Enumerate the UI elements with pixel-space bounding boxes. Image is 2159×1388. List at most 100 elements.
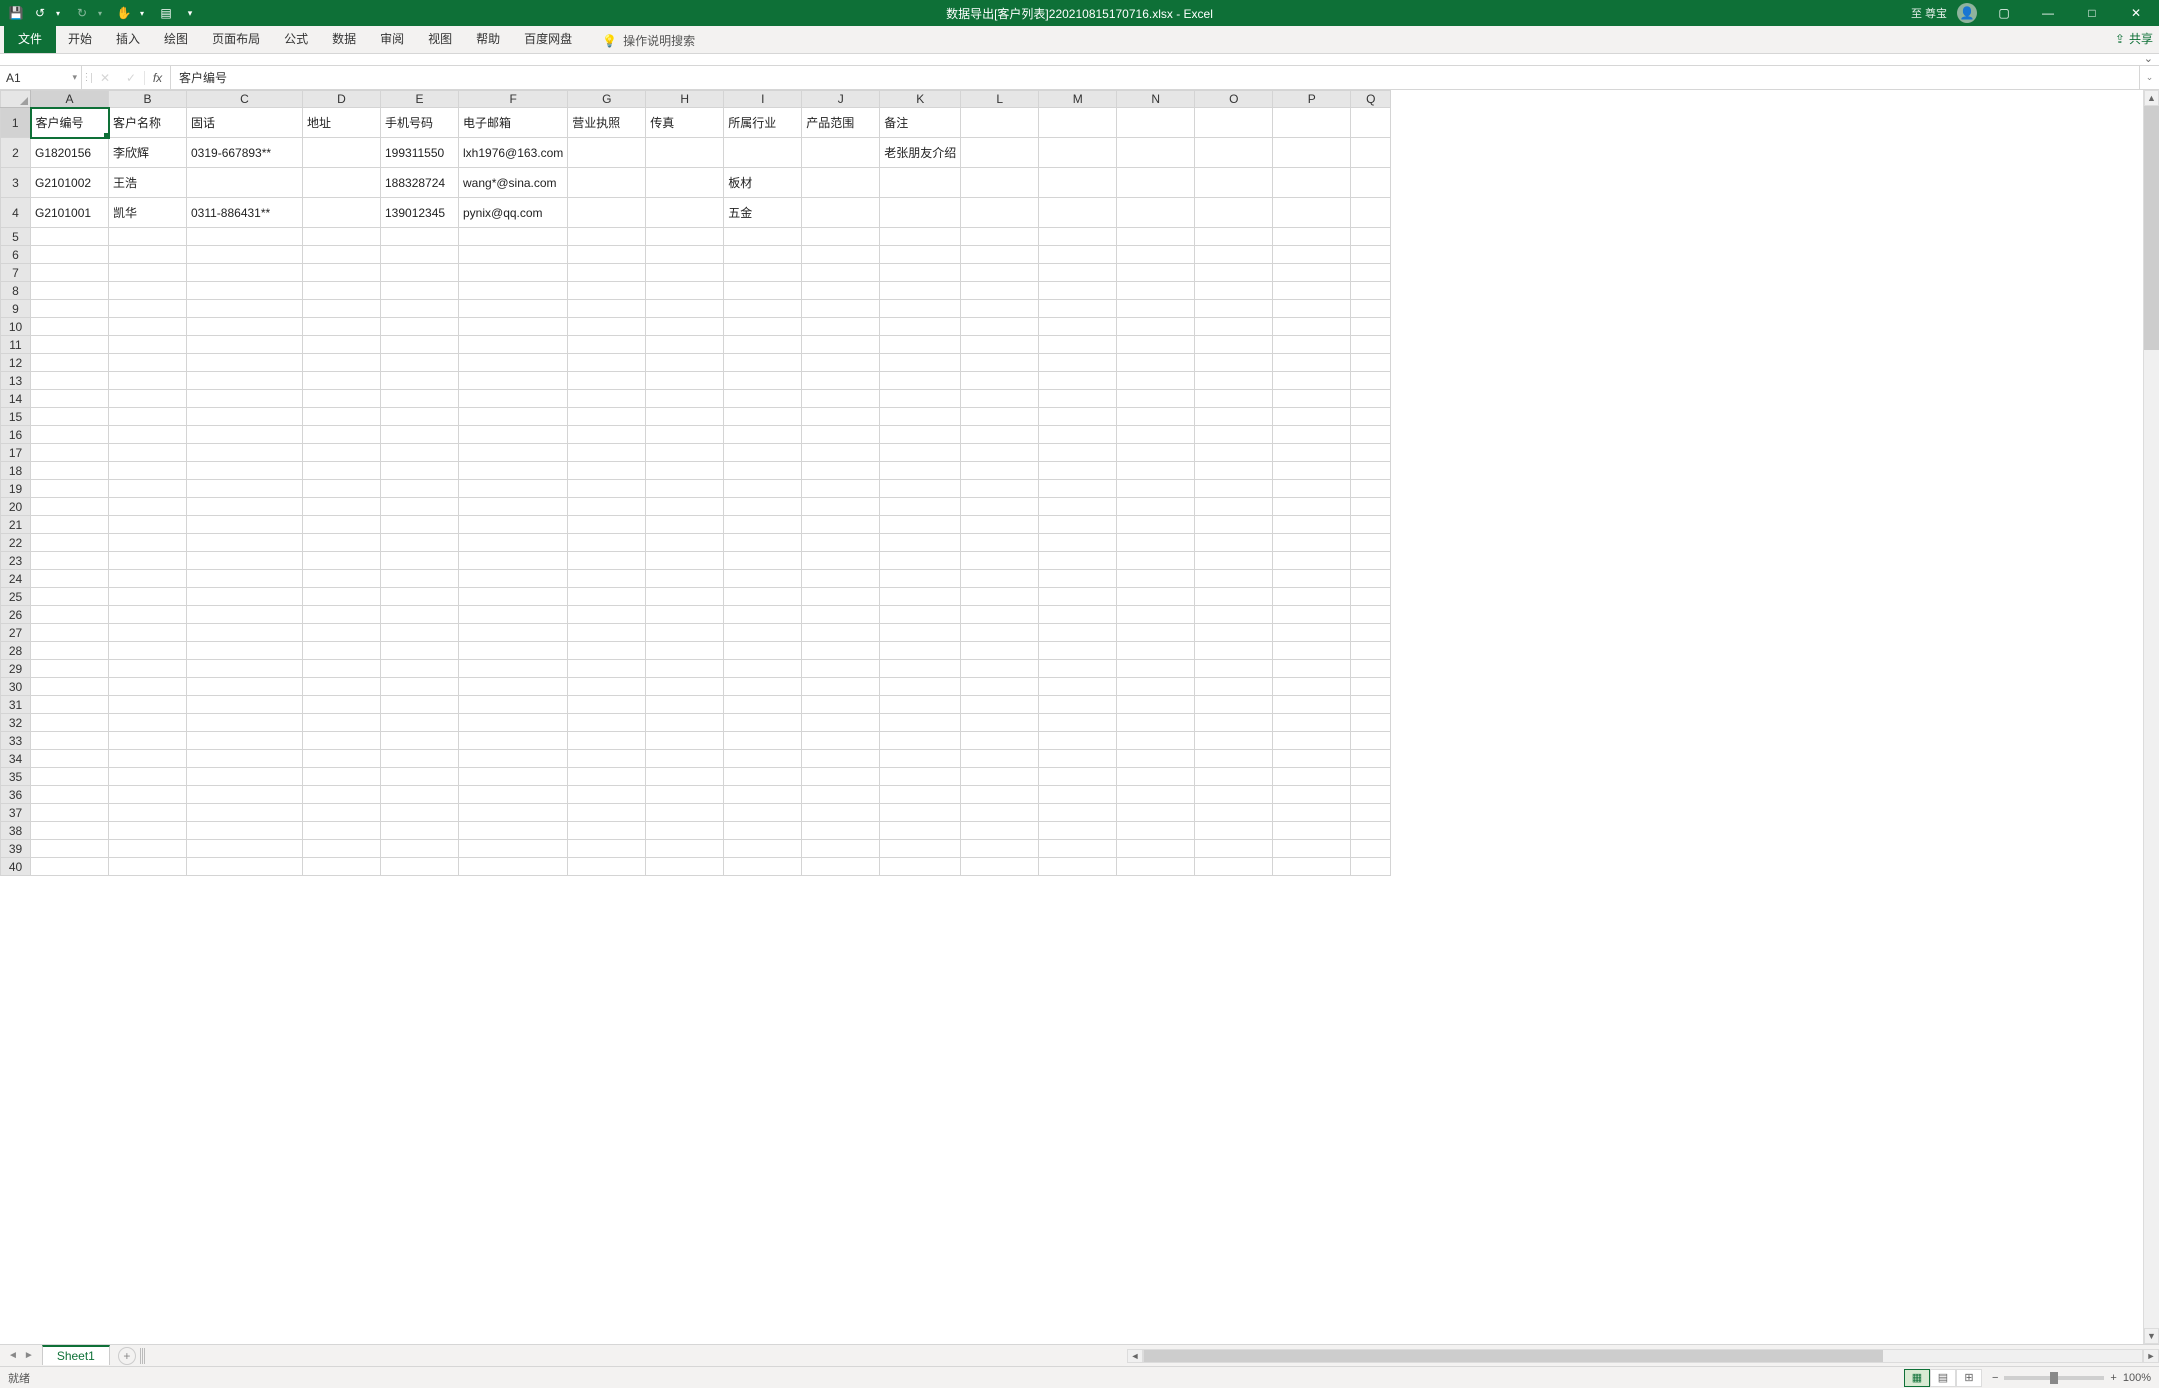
cell[interactable] — [568, 168, 646, 198]
cell[interactable] — [961, 498, 1039, 516]
cell[interactable] — [646, 390, 724, 408]
cell[interactable] — [303, 822, 381, 840]
cell[interactable] — [303, 732, 381, 750]
cell[interactable] — [724, 624, 802, 642]
column-header-A[interactable]: A — [31, 91, 109, 108]
cell[interactable] — [31, 282, 109, 300]
row-header[interactable]: 13 — [1, 372, 31, 390]
cell[interactable] — [1039, 264, 1117, 282]
cell[interactable] — [1273, 444, 1351, 462]
cell[interactable] — [1117, 516, 1195, 534]
cell[interactable] — [31, 462, 109, 480]
cell[interactable] — [1117, 426, 1195, 444]
row-header[interactable]: 15 — [1, 408, 31, 426]
cell[interactable] — [961, 804, 1039, 822]
sheet-viewport[interactable]: ABCDEFGHIJKLMNOPQ 1客户编号客户名称固话地址手机号码电子邮箱营… — [0, 90, 2143, 1344]
cell[interactable] — [459, 336, 568, 354]
cell[interactable] — [724, 372, 802, 390]
cell[interactable] — [1039, 480, 1117, 498]
cell[interactable] — [459, 498, 568, 516]
cell[interactable] — [1117, 138, 1195, 168]
column-header-K[interactable]: K — [880, 91, 961, 108]
cell[interactable] — [568, 372, 646, 390]
cell[interactable] — [961, 642, 1039, 660]
cell[interactable] — [724, 462, 802, 480]
cell[interactable] — [802, 858, 880, 876]
cell[interactable] — [187, 444, 303, 462]
view-page-break-icon[interactable]: ⊞ — [1956, 1369, 1982, 1387]
cell[interactable] — [1351, 228, 1391, 246]
cell[interactable] — [568, 588, 646, 606]
cell[interactable] — [1195, 264, 1273, 282]
cell[interactable] — [1273, 498, 1351, 516]
cell[interactable] — [724, 840, 802, 858]
cell[interactable] — [724, 768, 802, 786]
cell[interactable] — [303, 168, 381, 198]
cell[interactable] — [303, 660, 381, 678]
cell[interactable] — [724, 318, 802, 336]
cell[interactable] — [961, 768, 1039, 786]
cell[interactable] — [880, 534, 961, 552]
cell[interactable] — [961, 786, 1039, 804]
cell[interactable] — [187, 462, 303, 480]
zoom-knob[interactable] — [2050, 1372, 2058, 1384]
row-header[interactable]: 18 — [1, 462, 31, 480]
cell[interactable]: 营业执照 — [568, 108, 646, 138]
cell[interactable] — [724, 804, 802, 822]
cell[interactable] — [187, 840, 303, 858]
cell[interactable] — [1273, 768, 1351, 786]
cell[interactable] — [459, 732, 568, 750]
cell[interactable] — [303, 696, 381, 714]
row-header[interactable]: 40 — [1, 858, 31, 876]
cell[interactable]: 188328724 — [381, 168, 459, 198]
cell[interactable] — [724, 606, 802, 624]
row-header[interactable]: 14 — [1, 390, 31, 408]
cell[interactable] — [802, 480, 880, 498]
cell[interactable] — [381, 318, 459, 336]
cell[interactable] — [1195, 678, 1273, 696]
cell[interactable] — [802, 228, 880, 246]
close-button[interactable]: ✕ — [2119, 0, 2153, 26]
cell[interactable] — [1351, 786, 1391, 804]
cell[interactable] — [187, 318, 303, 336]
cell[interactable] — [459, 282, 568, 300]
cell[interactable] — [109, 642, 187, 660]
cell[interactable] — [187, 750, 303, 768]
cell[interactable] — [1117, 282, 1195, 300]
cell[interactable] — [1351, 714, 1391, 732]
cell[interactable] — [31, 858, 109, 876]
cell[interactable] — [1351, 768, 1391, 786]
scroll-down-icon[interactable]: ▼ — [2144, 1328, 2159, 1344]
cell[interactable] — [1351, 642, 1391, 660]
cell[interactable] — [1195, 138, 1273, 168]
cell[interactable] — [961, 108, 1039, 138]
cell[interactable] — [1273, 570, 1351, 588]
cell[interactable] — [109, 426, 187, 444]
cell[interactable] — [646, 786, 724, 804]
cell[interactable] — [381, 354, 459, 372]
cell[interactable] — [109, 768, 187, 786]
column-header-H[interactable]: H — [646, 91, 724, 108]
cell[interactable] — [31, 732, 109, 750]
cell[interactable] — [303, 246, 381, 264]
sheet-nav-next-icon[interactable]: ► — [22, 1348, 36, 1363]
cell[interactable] — [1195, 570, 1273, 588]
row-header[interactable]: 1 — [1, 108, 31, 138]
undo-dropdown-icon[interactable]: ▾ — [50, 5, 66, 21]
cell[interactable] — [646, 642, 724, 660]
cell[interactable] — [1039, 660, 1117, 678]
cell[interactable] — [303, 426, 381, 444]
cell[interactable] — [31, 660, 109, 678]
cell[interactable] — [1273, 354, 1351, 372]
cell[interactable] — [724, 498, 802, 516]
cell[interactable] — [568, 804, 646, 822]
cell[interactable]: 备注 — [880, 108, 961, 138]
cell[interactable] — [1195, 336, 1273, 354]
cell[interactable] — [1195, 606, 1273, 624]
cell[interactable] — [381, 552, 459, 570]
cell[interactable]: 0311-886431** — [187, 198, 303, 228]
cell[interactable] — [381, 336, 459, 354]
cell[interactable] — [187, 606, 303, 624]
cell[interactable] — [303, 354, 381, 372]
cell[interactable] — [303, 228, 381, 246]
